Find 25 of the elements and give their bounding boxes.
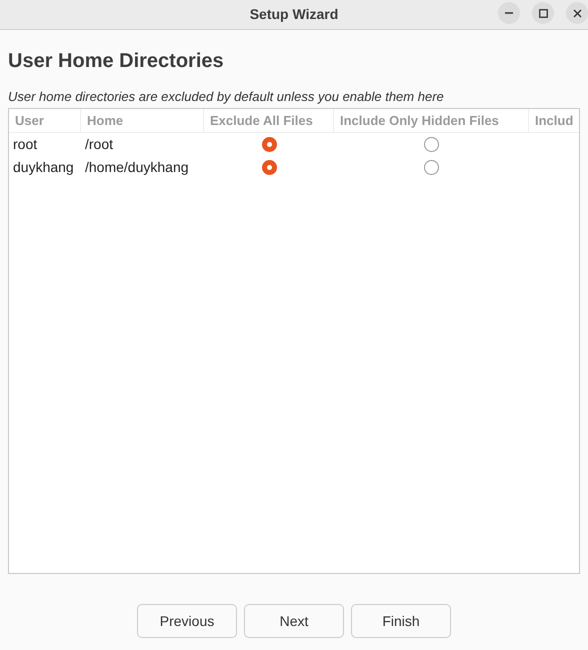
close-icon [572,8,582,18]
table-cell: /root [85,136,114,152]
column-header[interactable]: Include Only Hidden Files [340,110,499,130]
close-button[interactable] [566,2,588,24]
wizard-button[interactable]: Next [244,604,344,638]
description-text: User home directories are excluded by default unless you enable them here [8,89,445,105]
column-header[interactable]: User [15,110,44,130]
table-cell: root [13,136,38,152]
wizard-button[interactable]: Finish [351,604,451,638]
radio-button[interactable] [262,160,276,175]
radio-button[interactable] [424,160,439,175]
minimize-button[interactable] [498,2,520,24]
table-cell: duykhang [13,159,74,175]
column-header[interactable]: Exclude All Files [210,110,313,130]
maximize-icon [538,8,548,18]
page-heading: User Home Directories [8,49,225,74]
maximize-button[interactable] [532,2,554,24]
column-header[interactable]: Includ [535,110,574,130]
window-title: Setup Wizard [250,5,338,24]
radio-button[interactable] [424,137,439,152]
minimize-icon [505,12,513,14]
column-header[interactable]: Home [87,110,124,130]
radio-button[interactable] [262,137,276,152]
table-cell: /home/duykhang [85,159,189,175]
wizard-button[interactable]: Previous [137,604,237,638]
